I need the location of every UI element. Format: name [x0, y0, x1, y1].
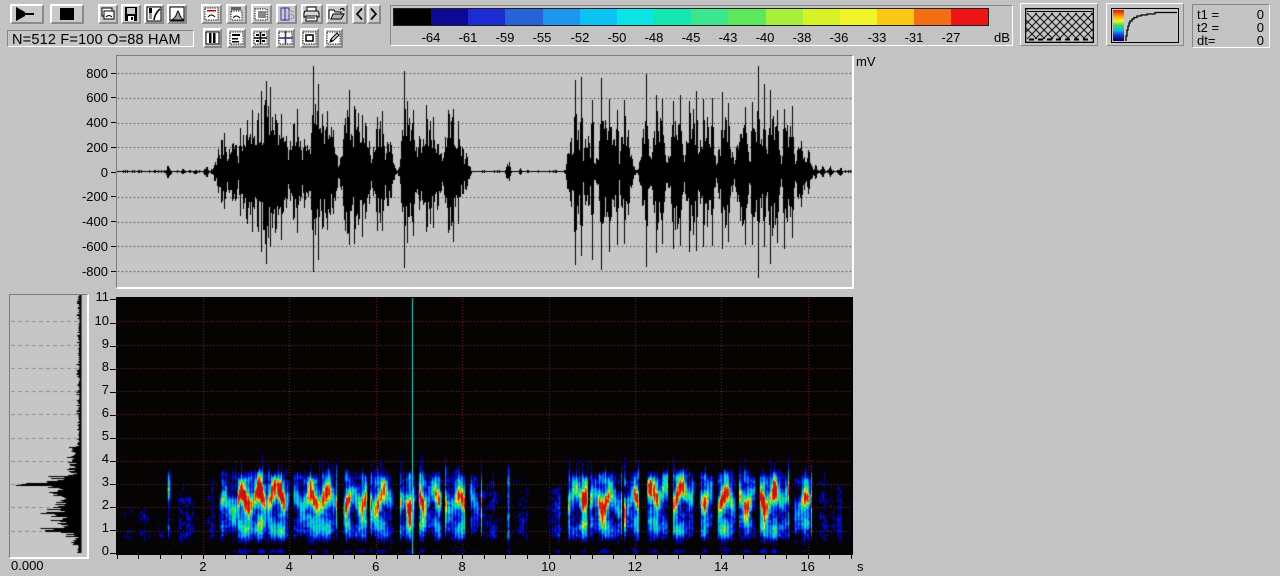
- svg-text:S: S: [287, 8, 295, 22]
